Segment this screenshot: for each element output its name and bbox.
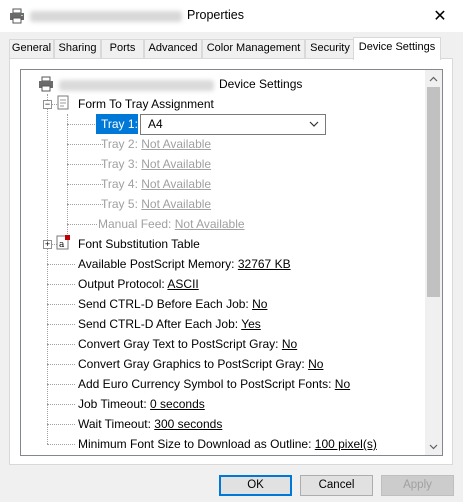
tree-content: Device Settings − Form To Tray Assignmen… [21, 70, 426, 455]
tray1-value: A4 [148, 117, 163, 131]
scroll-up-button[interactable] [425, 70, 442, 87]
tree-line [47, 304, 75, 305]
printer-icon [10, 8, 24, 24]
vertical-scrollbar[interactable] [425, 70, 442, 455]
form-tray-icon [57, 95, 69, 110]
tray3-item[interactable]: Tray 3: Not Available [101, 154, 211, 174]
manual-feed-item[interactable]: Manual Feed: Not Available [98, 214, 245, 234]
tab-color-management[interactable]: Color Management [202, 39, 305, 59]
scrollbar-thumb[interactable] [427, 87, 440, 297]
collapse-icon[interactable]: − [43, 100, 52, 109]
tree-line [67, 114, 68, 234]
tab-general[interactable]: General [9, 39, 54, 59]
printer-icon [39, 76, 53, 92]
ctrl-d-before-item[interactable]: Send CTRL-D Before Each Job: No [78, 294, 267, 314]
tree-line [47, 264, 75, 265]
tree-line [67, 224, 97, 225]
job-timeout-item[interactable]: Job Timeout: 0 seconds [78, 394, 205, 414]
cancel-button[interactable]: Cancel [300, 475, 373, 496]
tab-strip: General Sharing Ports Advanced Color Man… [9, 37, 455, 60]
font-table-icon: a [56, 235, 70, 250]
tree-line [47, 384, 75, 385]
tray1-combobox[interactable]: A4 [140, 114, 326, 135]
ok-button[interactable]: OK [219, 475, 292, 496]
chevron-up-icon [429, 76, 438, 81]
apply-button[interactable]: Apply [381, 475, 454, 496]
tree-line [47, 284, 75, 285]
tree-line [47, 364, 75, 365]
printer-name-redacted [59, 80, 214, 91]
tab-ports[interactable]: Ports [101, 39, 144, 59]
close-button[interactable]: ✕ [417, 0, 463, 32]
form-to-tray-node[interactable]: Form To Tray Assignment [78, 94, 214, 114]
wait-timeout-item[interactable]: Wait Timeout: 300 seconds [78, 414, 222, 434]
tree-line [47, 404, 75, 405]
device-settings-panel: Device Settings − Form To Tray Assignmen… [9, 58, 453, 465]
tree-line [47, 324, 75, 325]
tray4-item[interactable]: Tray 4: Not Available [101, 174, 211, 194]
tab-security[interactable]: Security [305, 39, 355, 59]
euro-symbol-item[interactable]: Add Euro Currency Symbol to PostScript F… [78, 374, 350, 394]
close-icon: ✕ [433, 8, 447, 25]
scroll-down-button[interactable] [425, 438, 442, 455]
printer-name-redacted [30, 11, 182, 22]
chevron-down-icon [429, 444, 438, 449]
chevron-down-icon [309, 121, 319, 127]
tab-sharing[interactable]: Sharing [54, 39, 101, 59]
tray5-item[interactable]: Tray 5: Not Available [101, 194, 211, 214]
ctrl-d-after-item[interactable]: Send CTRL-D After Each Job: Yes [78, 314, 261, 334]
tray1-label[interactable]: Tray 1: [96, 114, 138, 134]
svg-text:a: a [59, 240, 65, 250]
tree-line [67, 144, 105, 145]
device-settings-tree[interactable]: Device Settings − Form To Tray Assignmen… [20, 69, 443, 456]
font-substitution-node[interactable]: Font Substitution Table [78, 234, 200, 254]
tree-line [67, 164, 105, 165]
tree-line [47, 444, 75, 445]
gray-text-item[interactable]: Convert Gray Text to PostScript Gray: No [78, 334, 297, 354]
ps-memory-item[interactable]: Available PostScript Memory: 32767 KB [78, 254, 291, 274]
tab-device-settings[interactable]: Device Settings [353, 37, 441, 60]
min-font-size-item[interactable]: Minimum Font Size to Download as Outline… [78, 434, 377, 454]
title-bar: Properties ✕ [0, 0, 463, 32]
tree-line [67, 184, 105, 185]
tree-line [67, 204, 105, 205]
tab-advanced[interactable]: Advanced [144, 39, 202, 59]
expand-icon[interactable]: + [43, 240, 52, 249]
tray2-item[interactable]: Tray 2: Not Available [101, 134, 211, 154]
window-title: Properties [187, 8, 244, 22]
output-protocol-item[interactable]: Output Protocol: ASCII [78, 274, 199, 294]
gray-graphics-item[interactable]: Convert Gray Graphics to PostScript Gray… [78, 354, 323, 374]
tree-root-label: Device Settings [219, 77, 303, 91]
tree-line [47, 424, 75, 425]
tree-line [47, 344, 75, 345]
tree-line [47, 94, 48, 444]
